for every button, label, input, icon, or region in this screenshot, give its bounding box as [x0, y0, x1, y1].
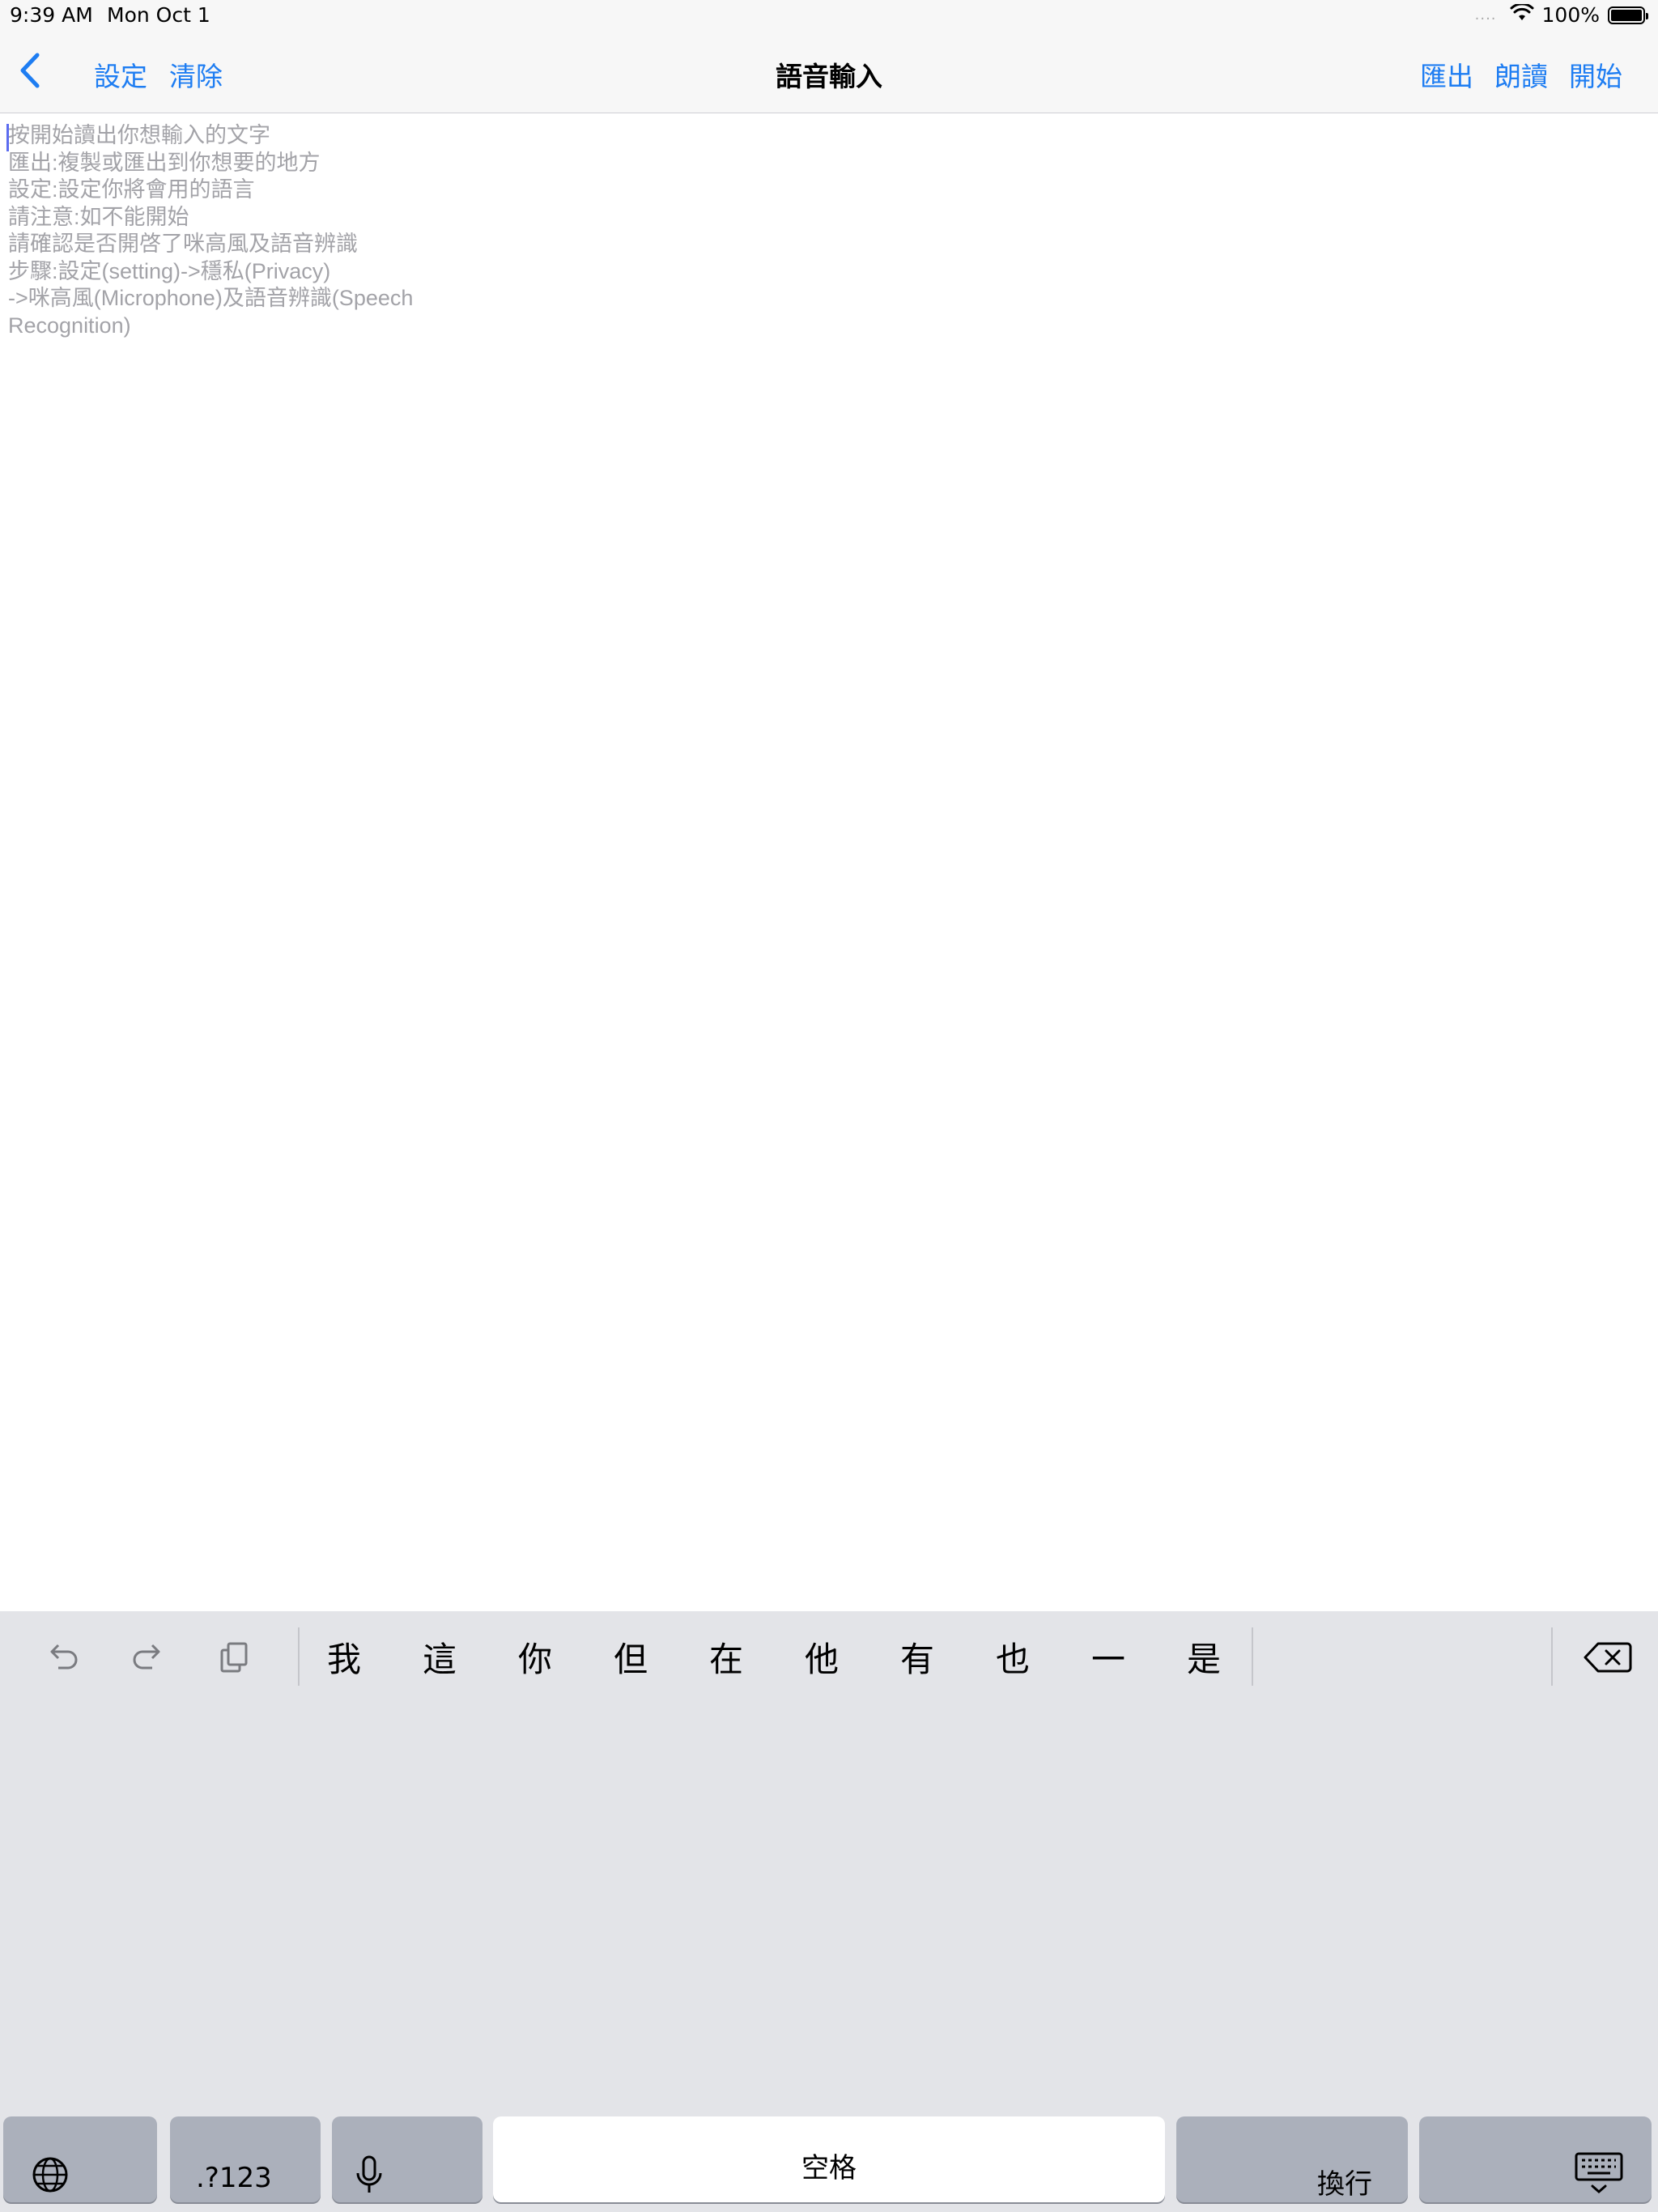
return-key-label: 換行	[1317, 2168, 1372, 2201]
keyboard: 我 這 你 但 在 他 有 也 一 是 .?123 空格 換行	[0, 1611, 1658, 2212]
signal-icon: ....	[1474, 6, 1497, 23]
text-editor[interactable]: 按開始讀出你想輸入的文字 匯出:複製或匯出到你想要的地方 設定:設定你將會用的語…	[0, 114, 1658, 1610]
status-date: Mon Oct 1	[107, 3, 210, 27]
placeholder-line: ->咪高風(Microphone)及語音辨識(Speech	[8, 286, 414, 310]
numbers-key-label: .?123	[196, 2162, 272, 2194]
space-key-label: 空格	[801, 2152, 857, 2184]
placeholder-line: 設定:設定你將會用的語言	[8, 177, 255, 202]
delete-icon[interactable]	[1582, 1637, 1634, 1678]
candidate-word[interactable]: 但	[602, 1632, 659, 1682]
candidate-word[interactable]: 有	[889, 1632, 946, 1682]
status-bar: 9:39 AM Mon Oct 1 .... 100%	[0, 0, 1658, 32]
numbers-key[interactable]: .?123	[170, 2116, 321, 2202]
status-time: 9:39 AM	[10, 3, 93, 27]
placeholder-line: 請確認是否開啓了咪高風及語音辨識	[8, 232, 358, 256]
keyboard-shortcut-bar: 我 這 你 但 在 他 有 也 一 是	[0, 1611, 1658, 1700]
placeholder-text: 按開始讀出你想輸入的文字 匯出:複製或匯出到你想要的地方 設定:設定你將會用的語…	[8, 122, 510, 339]
battery-fill	[1611, 9, 1642, 21]
dictation-key[interactable]	[332, 2116, 483, 2202]
start-button[interactable]: 開始	[1569, 55, 1622, 94]
placeholder-line: 請注意:如不能開始	[8, 204, 189, 229]
battery-percent: 100%	[1541, 3, 1600, 27]
dismiss-keyboard-key[interactable]	[1419, 2116, 1652, 2202]
space-key[interactable]: 空格	[493, 2116, 1165, 2202]
candidate-word[interactable]: 在	[698, 1632, 755, 1682]
placeholder-line: 按開始讀出你想輸入的文字	[8, 123, 270, 147]
export-button[interactable]: 匯出	[1420, 55, 1473, 94]
battery-icon	[1608, 6, 1648, 24]
redo-icon[interactable]	[128, 1637, 168, 1678]
placeholder-line: 匯出:複製或匯出到你想要的地方	[8, 150, 321, 175]
wifi-icon	[1510, 2, 1534, 27]
read-aloud-button[interactable]: 朗讀	[1494, 55, 1548, 94]
candidate-word[interactable]: 他	[793, 1632, 850, 1682]
candidate-word[interactable]: 是	[1175, 1632, 1232, 1682]
candidate-word[interactable]: 我	[316, 1632, 372, 1682]
keyboard-bottom-row: .?123 空格 換行	[0, 2116, 1658, 2206]
return-key[interactable]: 換行	[1176, 2116, 1408, 2202]
status-right: .... 100%	[1474, 2, 1648, 27]
paste-icon[interactable]	[214, 1637, 254, 1678]
globe-key[interactable]	[3, 2116, 157, 2202]
toolbar-divider	[298, 1627, 300, 1686]
page-title: 語音輸入	[776, 61, 882, 92]
placeholder-line: Recognition)	[8, 313, 131, 338]
mic-icon	[356, 2155, 382, 2193]
candidate-word[interactable]: 一	[1080, 1632, 1137, 1682]
globe-icon	[32, 2157, 68, 2193]
candidate-divider	[1252, 1627, 1253, 1686]
keyboard-dismiss-icon	[1575, 2152, 1623, 2193]
undo-icon[interactable]	[42, 1637, 83, 1678]
candidate-word[interactable]: 這	[411, 1632, 468, 1682]
navigation-bar: 設定 清除 語音輸入 匯出 朗讀 開始	[0, 32, 1658, 113]
placeholder-line: 步驟:設定(setting)->穩私(Privacy)	[8, 258, 331, 283]
delete-divider	[1551, 1627, 1553, 1686]
candidate-word[interactable]: 也	[984, 1632, 1041, 1682]
candidate-word[interactable]: 你	[507, 1632, 563, 1682]
